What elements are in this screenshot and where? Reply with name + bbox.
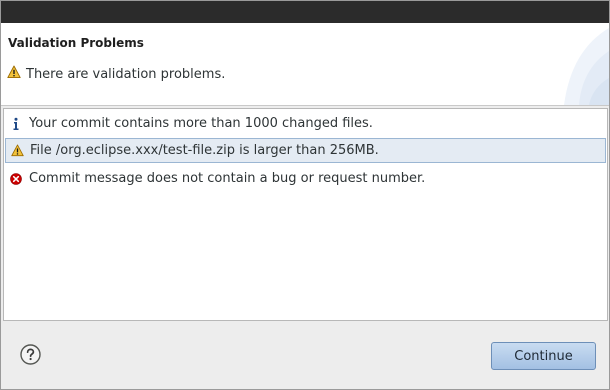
dialog-header: Validation Problems There are validation… — [1, 23, 609, 106]
problem-row-error[interactable]: Commit message does not contain a bug or… — [5, 166, 606, 191]
warning-icon — [7, 65, 21, 83]
help-icon — [20, 344, 41, 365]
header-message-text: There are validation problems. — [26, 66, 226, 82]
dialog-footer: Continue — [1, 322, 609, 389]
dialog-title: Validation Problems — [8, 36, 144, 50]
problem-row-info[interactable]: Your commit contains more than 1000 chan… — [5, 111, 606, 136]
problem-row-warning[interactable]: File /org.eclipse.xxx/test-file.zip is l… — [5, 138, 606, 163]
problem-message: Commit message does not contain a bug or… — [29, 171, 426, 186]
warning-icon — [10, 144, 24, 158]
window-titlebar[interactable] — [1, 1, 609, 23]
problem-message: Your commit contains more than 1000 chan… — [29, 116, 373, 131]
header-message: There are validation problems. — [7, 65, 225, 83]
continue-button[interactable]: Continue — [491, 342, 596, 370]
error-icon — [9, 172, 23, 186]
info-icon — [9, 117, 23, 131]
help-button[interactable] — [20, 344, 41, 365]
problems-list[interactable]: Your commit contains more than 1000 chan… — [3, 108, 608, 321]
problem-message: File /org.eclipse.xxx/test-file.zip is l… — [30, 143, 379, 158]
banner-decoration — [564, 28, 609, 105]
validation-dialog: Validation Problems There are validation… — [0, 0, 610, 390]
